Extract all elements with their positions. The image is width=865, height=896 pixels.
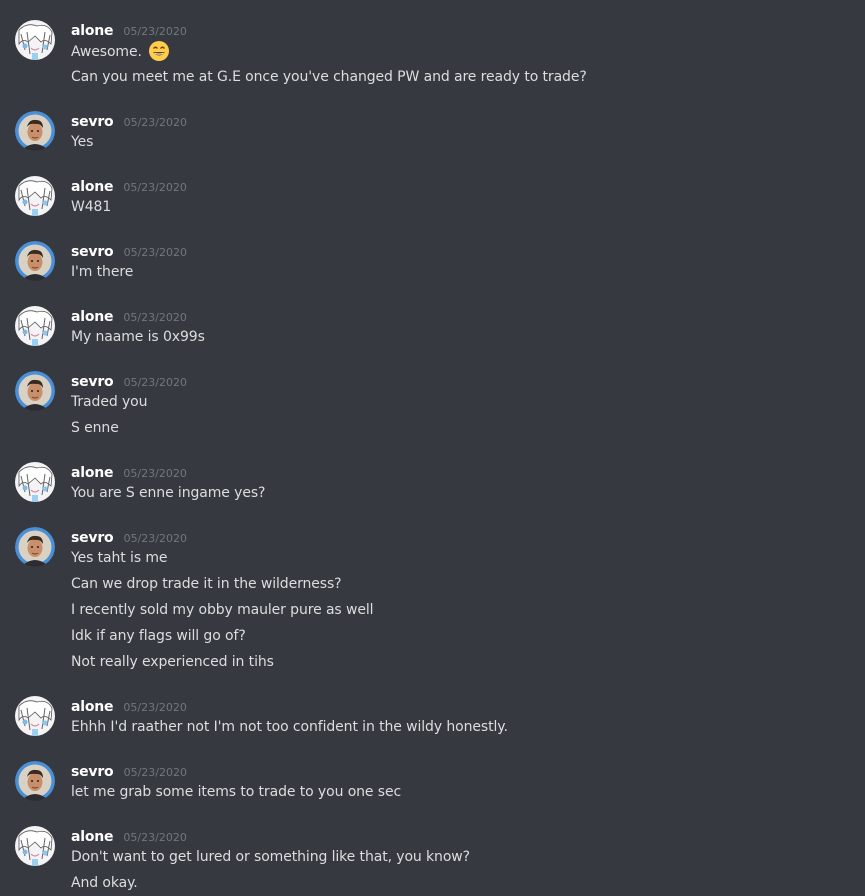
avatar-sevro[interactable] [15, 111, 55, 151]
username[interactable]: alone [71, 309, 114, 325]
message-text: Yes taht is me [71, 550, 168, 566]
timestamp: 05/23/2020 [123, 116, 187, 129]
avatar-sevro[interactable] [15, 527, 55, 567]
username[interactable]: sevro [71, 244, 114, 260]
username[interactable]: sevro [71, 530, 114, 546]
timestamp: 05/23/2020 [123, 376, 187, 389]
avatar-alone[interactable] [15, 306, 55, 346]
avatar-sevro[interactable] [15, 371, 55, 411]
avatar-alone[interactable] [15, 696, 55, 736]
message-text: W481 [71, 199, 112, 215]
message-text: Ehhh I'd raather not I'm not too confide… [71, 719, 508, 735]
username[interactable]: alone [71, 23, 114, 39]
timestamp: 05/23/2020 [123, 766, 187, 779]
message-text: I recently sold my obby mauler pure as w… [71, 602, 374, 618]
username[interactable]: alone [71, 829, 114, 845]
anime-avatar-icon [15, 306, 55, 346]
avatar-sevro[interactable] [15, 761, 55, 801]
message-text: Not really experienced in tihs [71, 654, 274, 670]
timestamp: 05/23/2020 [123, 831, 187, 844]
portrait-avatar-icon [15, 241, 55, 281]
message-text: I'm there [71, 264, 134, 280]
message-text: Don't want to get lured or something lik… [71, 849, 470, 865]
avatar-alone[interactable] [15, 176, 55, 216]
anime-avatar-icon [15, 176, 55, 216]
message-text-content: Awesome. [71, 44, 142, 60]
chat-message-list: alone 05/23/2020 Awesome. Can you meet m… [0, 0, 865, 896]
portrait-avatar-icon [15, 761, 55, 801]
username[interactable]: sevro [71, 764, 114, 780]
username[interactable]: sevro [71, 374, 114, 390]
username[interactable]: alone [71, 465, 114, 481]
message-text: S enne [71, 420, 119, 436]
timestamp: 05/23/2020 [123, 532, 187, 545]
message-text: Can we drop trade it in the wilderness? [71, 576, 342, 592]
message-text: Can you meet me at G.E once you've chang… [71, 69, 587, 85]
timestamp: 05/23/2020 [123, 25, 187, 38]
message-text: let me grab some items to trade to you o… [71, 784, 402, 800]
timestamp: 05/23/2020 [123, 467, 187, 480]
username[interactable]: alone [71, 179, 114, 195]
anime-avatar-icon [15, 696, 55, 736]
timestamp: 05/23/2020 [123, 311, 187, 324]
timestamp: 05/23/2020 [123, 701, 187, 714]
avatar-alone[interactable] [15, 20, 55, 60]
message-text: Awesome. [71, 40, 170, 62]
message-text: You are S enne ingame yes? [71, 485, 266, 501]
username[interactable]: alone [71, 699, 114, 715]
avatar-sevro[interactable] [15, 241, 55, 281]
anime-avatar-icon [15, 826, 55, 866]
portrait-avatar-icon [15, 371, 55, 411]
message-text: And okay. [71, 875, 138, 891]
username[interactable]: sevro [71, 114, 114, 130]
portrait-avatar-icon [15, 527, 55, 567]
message-text: My naame is 0x99s [71, 329, 205, 345]
avatar-alone[interactable] [15, 462, 55, 502]
timestamp: 05/23/2020 [123, 246, 187, 259]
timestamp: 05/23/2020 [123, 181, 187, 194]
portrait-avatar-icon [15, 111, 55, 151]
anime-avatar-icon [15, 20, 55, 60]
message-text: Idk if any flags will go of? [71, 628, 246, 644]
message-text: Traded you [71, 394, 148, 410]
anime-avatar-icon [15, 462, 55, 502]
grinning-face-emoji-icon[interactable] [148, 40, 170, 62]
avatar-alone[interactable] [15, 826, 55, 866]
message-text: Yes [71, 134, 94, 150]
